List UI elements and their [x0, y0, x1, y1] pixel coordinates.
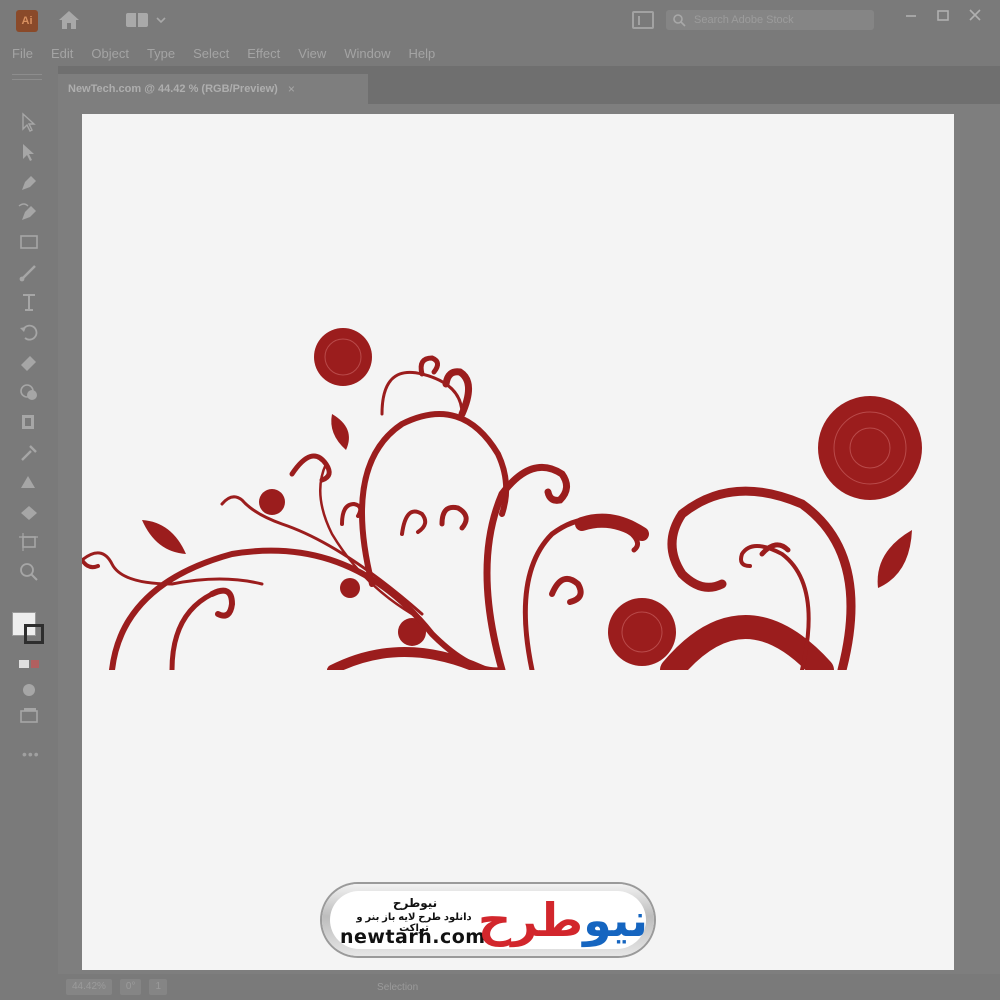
- color-mode-toggle[interactable]: [16, 652, 42, 676]
- home-icon: [59, 11, 79, 29]
- rectangle-tool-icon: [20, 235, 38, 249]
- blend-tool-icon: [21, 506, 37, 520]
- stroke-swatch[interactable]: [24, 624, 44, 644]
- draw-mode-icon: [23, 684, 35, 696]
- arrange-documents-button[interactable]: [632, 11, 654, 29]
- ornament-circle-mid: [608, 598, 676, 666]
- menu-edit[interactable]: Edit: [51, 46, 73, 61]
- menu-type[interactable]: Type: [147, 46, 175, 61]
- artboard-tool[interactable]: [16, 530, 42, 554]
- edit-toolbar-button[interactable]: •••: [22, 746, 40, 762]
- selection-tool-icon: [22, 112, 36, 132]
- eyedropper-tool[interactable]: [16, 440, 42, 464]
- draw-mode-button[interactable]: [16, 678, 42, 702]
- selection-tool[interactable]: [16, 110, 42, 134]
- rectangle-tool[interactable]: [16, 230, 42, 254]
- watermark-url: newtarh.com: [340, 926, 486, 948]
- menu-file[interactable]: File: [12, 46, 33, 61]
- search-stock-box[interactable]: [666, 10, 874, 30]
- width-tool-icon: [22, 415, 34, 429]
- curvature-tool-icon: [18, 203, 36, 220]
- rotate-tool-icon: [20, 324, 38, 341]
- eyedropper-tool-icon: [21, 445, 37, 461]
- pen-tool[interactable]: [16, 170, 42, 194]
- maximize-window-icon[interactable]: [932, 6, 954, 26]
- paintbrush-tool[interactable]: [16, 260, 42, 284]
- panel-grip[interactable]: [12, 74, 42, 80]
- status-bar: 44.42% 0° 1 Selection: [58, 974, 1000, 1000]
- menu-help[interactable]: Help: [408, 46, 435, 61]
- document-tab[interactable]: NewTech.com @ 44.42 % (RGB/Preview) ×: [58, 74, 368, 104]
- gradient-tool-icon: [21, 476, 35, 488]
- floral-ornament[interactable]: [82, 114, 954, 970]
- minimize-window-icon[interactable]: [900, 6, 922, 26]
- width-tool[interactable]: [16, 410, 42, 434]
- menu-object[interactable]: Object: [91, 46, 129, 61]
- menu-select[interactable]: Select: [193, 46, 229, 61]
- pen-tool-icon: [22, 176, 36, 190]
- canvas-area[interactable]: [58, 104, 1000, 974]
- logo-part-1: نیو: [583, 893, 648, 947]
- menu-effect[interactable]: Effect: [247, 46, 280, 61]
- zoom-tool[interactable]: [16, 560, 42, 584]
- gradient-tool[interactable]: [16, 470, 42, 494]
- logo-part-2: طرح: [478, 893, 584, 947]
- search-icon: [673, 14, 686, 27]
- screen-mode-button[interactable]: [16, 704, 42, 728]
- shape-builder-tool-icon: [20, 384, 37, 400]
- menu-window[interactable]: Window: [344, 46, 390, 61]
- rotate-tool[interactable]: [16, 320, 42, 344]
- workspace-grid-icon: [126, 13, 148, 27]
- curvature-tool[interactable]: [16, 200, 42, 224]
- current-tool-label: Selection: [377, 981, 419, 993]
- tools-panel: •••: [0, 66, 59, 1000]
- ornament-circle-top: [314, 328, 372, 386]
- chevron-down-icon: [156, 17, 166, 24]
- color-mode-icon: [19, 660, 39, 668]
- paintbrush-tool-icon: [19, 265, 36, 282]
- blend-tool[interactable]: [16, 500, 42, 524]
- document-tab-bar: NewTech.com @ 44.42 % (RGB/Preview) ×: [58, 66, 1000, 104]
- artboard-navigator-field[interactable]: 1: [149, 979, 168, 995]
- zoom-level-field[interactable]: 44.42%: [66, 979, 112, 995]
- type-tool-icon: [23, 294, 35, 311]
- zoom-tool-icon: [20, 563, 38, 581]
- eraser-tool-icon: [21, 356, 36, 371]
- artboard[interactable]: [82, 114, 954, 970]
- watermark-title: نیوطرح: [392, 896, 438, 910]
- direct-selection-tool-icon: [23, 144, 34, 161]
- home-button[interactable]: [56, 8, 82, 32]
- type-tool[interactable]: [16, 290, 42, 314]
- eraser-tool[interactable]: [16, 350, 42, 374]
- menu-bar: File Edit Object Type Select Effect View…: [0, 40, 1000, 66]
- title-bar: Ai: [0, 0, 1000, 40]
- workspace-switcher-button[interactable]: [126, 10, 172, 30]
- close-tab-icon[interactable]: ×: [288, 82, 295, 96]
- document-tab-label: NewTech.com @ 44.42 % (RGB/Preview): [68, 83, 278, 95]
- direct-selection-tool[interactable]: [16, 140, 42, 164]
- rotation-field[interactable]: 0°: [119, 979, 142, 995]
- screen-mode-icon: [20, 708, 38, 723]
- artboard-tool-icon: [19, 533, 38, 551]
- shape-builder-tool[interactable]: [16, 380, 42, 404]
- close-window-icon[interactable]: [964, 6, 986, 26]
- watermark-logo: نیوطرح: [478, 890, 648, 950]
- search-input[interactable]: [692, 13, 866, 27]
- fill-stroke-swatches[interactable]: [10, 606, 50, 646]
- app-logo-icon: Ai: [16, 10, 38, 32]
- menu-view[interactable]: View: [298, 46, 326, 61]
